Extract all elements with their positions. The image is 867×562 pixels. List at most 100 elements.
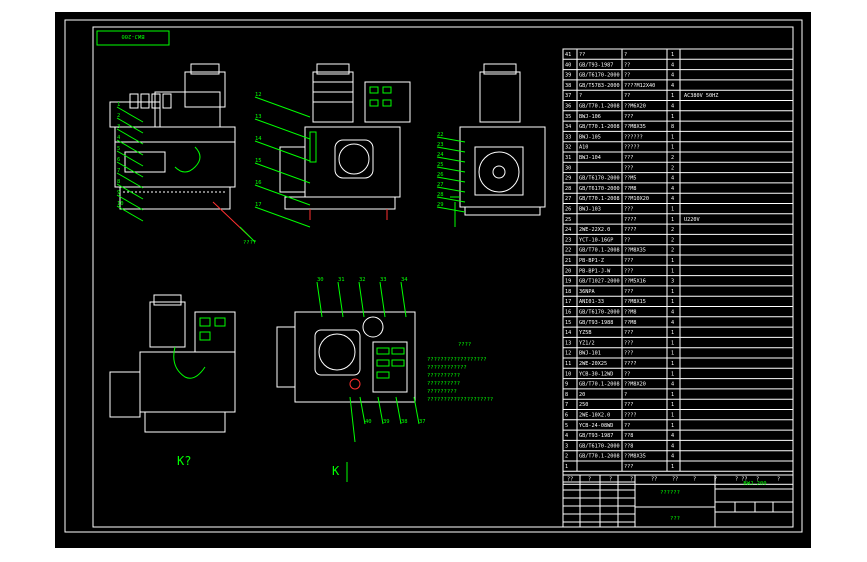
- bom-row: 15 GB/T93-1988 ??M8 4: [565, 320, 674, 326]
- bom-cell: ??8: [624, 443, 633, 449]
- bom-cell: 27: [565, 196, 571, 202]
- bom-cell: 6: [565, 413, 568, 419]
- bom-cell: 4: [671, 433, 674, 439]
- left-view-callouts: 1 2 3 4 5 6 7 8 9 10: [116, 102, 144, 222]
- technical-notes: ???? ?????????????????? ???????????? ???…: [427, 342, 493, 403]
- bom-row: 22 GB/T70.1-2008 ??M8X35 2: [565, 248, 674, 254]
- bom-row: 32 A10????? 1: [565, 145, 674, 151]
- bom-cell: ????M12X40: [624, 83, 655, 89]
- bom-cell: 1: [671, 330, 674, 336]
- note-line-1: ??????????????????: [427, 357, 487, 363]
- bom-cell: 29: [565, 176, 571, 182]
- bom-cell: 2: [671, 155, 674, 161]
- bom-cell: BWJ-103: [579, 207, 601, 213]
- callout-mid-17: 17: [255, 202, 262, 208]
- bom-cell: 1: [671, 413, 674, 419]
- inner-frame: [92, 26, 794, 528]
- bom-cell: ???: [624, 165, 633, 171]
- bom-row: 23 YCT-10-16GP?? 2: [565, 237, 674, 243]
- bom-cell: 1: [671, 268, 674, 274]
- k-view-plan: K: [276, 311, 416, 482]
- bom-cell: YZ5B: [579, 330, 592, 336]
- bom-cell: 22: [565, 248, 571, 254]
- note-line-5: ?????????: [427, 389, 457, 395]
- bom-cell: ??: [624, 237, 630, 243]
- bom-cell: 4: [671, 186, 674, 192]
- notes-title: ????: [458, 342, 471, 348]
- stamp-text: BWJ-200: [121, 33, 144, 39]
- bom-cell: 1: [671, 402, 674, 408]
- callout-left-4: 4: [117, 135, 121, 141]
- bom-row: 33 BWJ-105?????? 1: [565, 134, 674, 140]
- callout-left-8: 8: [117, 179, 120, 185]
- callout-plan-top-33: 33: [380, 277, 387, 283]
- cad-drawing-canvas: BWJ-200 ???? 1 2 3 4 5 6 7 8 9 10 12 13 …: [55, 12, 811, 548]
- bom-cell: 1: [671, 361, 674, 367]
- bom-row: 41??? 1: [565, 52, 674, 58]
- bom-cell: ???: [624, 464, 633, 470]
- bom-cell: GB/T1027-2000: [579, 279, 620, 285]
- bom-cell: ??: [579, 52, 585, 58]
- k-view-left: K?: [109, 294, 236, 468]
- bom-cell: YCB-24-08WD: [579, 423, 613, 429]
- bom-cell: GB/T93-1987: [579, 62, 613, 68]
- bom-row: 21 PB-BP1-Z??? 1: [565, 258, 674, 264]
- bom-cell: 9: [565, 382, 568, 388]
- callout-plan-bottom-38: 38: [401, 419, 408, 425]
- bom-row: 35 BWJ-106??? 1: [565, 114, 674, 120]
- bom-cell: 2: [671, 248, 674, 254]
- bom-cell: 25: [565, 217, 571, 223]
- callout-mid-13: 13: [255, 114, 262, 120]
- bom-header-cell: ?: [714, 476, 717, 482]
- bom-cell: YZ1/2: [579, 340, 595, 346]
- callout-right-24: 24: [437, 152, 444, 158]
- bom-cell: GB/T6170-2000: [579, 443, 620, 449]
- bom-cell: 26: [565, 207, 571, 213]
- bom-cell: PB-BP1-Z: [579, 258, 604, 264]
- bom-cell: 4: [671, 196, 674, 202]
- bom-cell: 23: [565, 237, 571, 243]
- bom-cell: 1: [671, 371, 674, 377]
- bom-cell: 4: [671, 454, 674, 460]
- bom-cell: 13: [565, 340, 571, 346]
- bom-row: 20 PB-BP1-J-W??? 1: [565, 268, 674, 274]
- bom-row: 7 250??? 1: [565, 402, 674, 408]
- bom-cell: ???: [624, 258, 633, 264]
- callout-mid-12: 12: [255, 92, 262, 98]
- bom-cell: GB/T6170-2000: [579, 186, 620, 192]
- bom-cell: 20: [579, 392, 585, 398]
- bom-cell: GB/T70.1-2008: [579, 454, 620, 460]
- bom-cell: 2WE-10X2.0: [579, 413, 610, 419]
- bom-cell: AC380V 50HZ: [684, 93, 718, 99]
- front-view-left: ????: [109, 63, 256, 246]
- bom-row: 8 20? 1: [565, 392, 674, 398]
- note-line-4: ??????????: [427, 381, 460, 387]
- bom-cell: 1: [671, 289, 674, 295]
- bom-cell: 32: [565, 145, 571, 151]
- middle-view-callouts: 12 13 14 15 16 17: [254, 92, 311, 228]
- bom-cell: ??M6X20: [624, 104, 646, 110]
- title-block-center: ??????: [660, 490, 680, 496]
- drawing-stamp: BWJ-200: [96, 30, 170, 46]
- bom-cell: YCT-10-16GP: [579, 237, 613, 243]
- right-view-callouts: 22 23 24 25 26 27 28 29: [436, 132, 466, 213]
- bom-row: 30??? 2: [565, 165, 674, 171]
- bom-cell: ???: [624, 351, 633, 357]
- bom-cell: 31: [565, 155, 571, 161]
- bom-cell: ??M10X20: [624, 196, 649, 202]
- side-view-right: [450, 63, 546, 227]
- bom-row: 12 BWJ-101??? 1: [565, 351, 674, 357]
- bom-cell: BWJ-101: [579, 351, 601, 357]
- bom-row: 2 GB/T70.1-2008 ??M8X35 4: [565, 454, 674, 460]
- bom-cell: 4: [671, 320, 674, 326]
- bom-header-cell: ??: [567, 476, 573, 482]
- bom-cell: ???: [624, 340, 633, 346]
- bom-row: 25???? 1 U220V: [565, 217, 700, 223]
- bom-cell: GB/T70.1-2008: [579, 196, 620, 202]
- bom-cell: ??8: [624, 433, 633, 439]
- bom-cell: 1: [671, 423, 674, 429]
- bom-cell: ??????: [624, 134, 643, 140]
- bom-row: 9 GB/T70.1-2008 ??M8X20 4: [565, 382, 674, 388]
- bom-header-cell: ??: [651, 476, 657, 482]
- front-view-middle: [279, 63, 411, 220]
